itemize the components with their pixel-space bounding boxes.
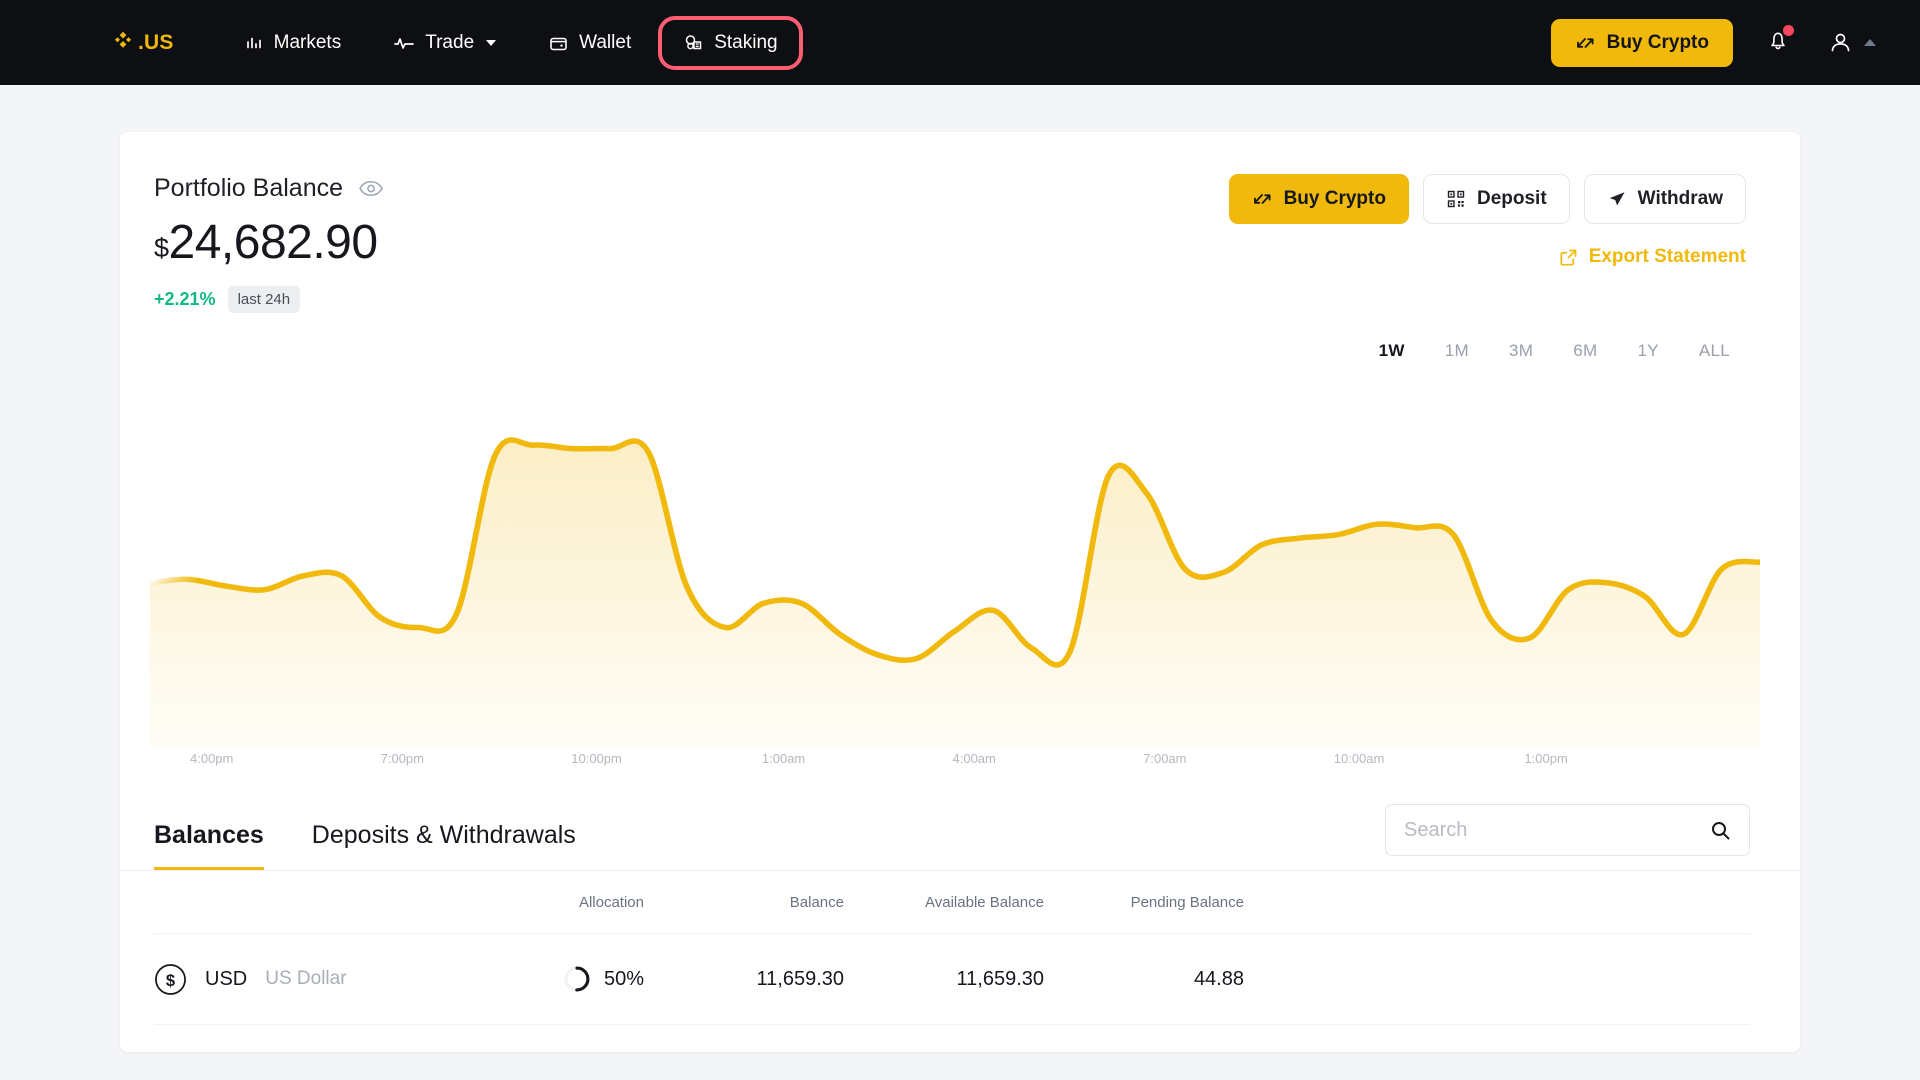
nav-item-label: Wallet (579, 31, 632, 53)
cell-pending-balance: 44.88 (1193, 967, 1244, 990)
x-tick: 10:00pm (571, 751, 622, 766)
buy-crypto-button[interactable]: Buy Crypto (1228, 174, 1409, 224)
svg-text:$: $ (166, 971, 175, 989)
user-avatar-icon (1831, 33, 1850, 52)
portfolio-actions: Buy Crypto Deposit Withdraw Export State… (1228, 174, 1746, 313)
range-1y[interactable]: 1Y (1617, 335, 1678, 367)
pulse-line-icon (394, 37, 415, 49)
notification-badge-dot (1783, 25, 1794, 36)
buy-crypto-button-label: Buy Crypto (1283, 188, 1386, 209)
send-paper-plane-icon (1609, 192, 1625, 206)
allocation-donut-icon (564, 966, 590, 992)
x-tick: 7:00am (1143, 751, 1187, 766)
asset-symbol: USD (205, 967, 248, 990)
balances-table: Allocation Balance Available Balance Pen… (120, 871, 1800, 1025)
export-statement-label: Export Statement (1588, 246, 1746, 267)
x-tick: 7:00pm (380, 751, 424, 766)
nav-item-staking[interactable]: Staking (658, 15, 803, 70)
nav-item-label: Markets (273, 31, 342, 53)
nav-item-label: Staking (714, 31, 778, 53)
deposit-button[interactable]: Deposit (1422, 174, 1570, 224)
portfolio-title-row: Portfolio Balance (154, 174, 1229, 203)
portfolio-card: Portfolio Balance $ 24,682.90 +2.21% las… (120, 132, 1800, 1052)
withdraw-button-label: Withdraw (1637, 188, 1723, 209)
cell-available-balance: 11,659.30 (956, 967, 1045, 990)
tab-balances[interactable]: Balances (154, 821, 264, 870)
th-balance: Balance (789, 893, 844, 911)
eye-toggle-icon[interactable] (358, 179, 384, 198)
brand-text: .US (138, 30, 174, 54)
withdraw-button[interactable]: Withdraw (1583, 174, 1746, 224)
range-1w[interactable]: 1W (1359, 335, 1425, 367)
chevron-up-icon (1864, 39, 1876, 46)
portfolio-amount: $ 24,682.90 (154, 215, 1229, 270)
nav-item-label: Trade (425, 31, 475, 53)
table-row[interactable]: $ USD US Dollar 50% 11,659.30 11,659.30 … (154, 933, 1750, 1025)
asset-cell: $ USD US Dollar (154, 963, 464, 996)
range-all[interactable]: ALL (1679, 335, 1750, 367)
wallet-icon (550, 37, 567, 50)
x-tick: 1:00pm (1524, 751, 1568, 766)
search-input[interactable] (1404, 818, 1702, 842)
portfolio-area-chart (150, 437, 1760, 749)
action-button-row: Buy Crypto Deposit Withdraw (1228, 174, 1746, 224)
nav-links: Markets Trade Wallet Staking (222, 15, 803, 70)
nav-right-group: Buy Crypto (1550, 18, 1880, 67)
buy-crypto-nav-button[interactable]: Buy Crypto (1550, 18, 1733, 67)
allocation-cell: 50% (464, 965, 644, 993)
change-percent: +2.21% (154, 289, 216, 309)
chevron-down-icon (486, 39, 497, 46)
range-6m[interactable]: 6M (1553, 335, 1617, 367)
tabs: Balances Deposits & Withdrawals (154, 821, 624, 870)
portfolio-summary: Portfolio Balance $ 24,682.90 +2.21% las… (154, 174, 1229, 313)
portfolio-chart[interactable]: 4:00pm 7:00pm 10:00pm 1:00am 4:00am 7:00… (120, 367, 1800, 766)
chart-x-axis: 4:00pm 7:00pm 10:00pm 1:00am 4:00am 7:00… (150, 751, 1760, 766)
time-range-selector: 1W 1M 3M 6M 1Y ALL (120, 313, 1800, 367)
swap-arrows-icon (1253, 194, 1271, 204)
range-3m[interactable]: 3M (1489, 335, 1553, 367)
staking-coins-icon (685, 34, 702, 49)
balances-tabs-bar: Balances Deposits & Withdrawals (120, 804, 1800, 871)
tab-deposits-withdrawals[interactable]: Deposits & Withdrawals (312, 821, 576, 870)
nav-item-wallet[interactable]: Wallet (526, 19, 653, 67)
x-tick: 10:00am (1333, 751, 1385, 766)
binance-diamond-icon (114, 31, 132, 48)
account-menu-button[interactable] (1823, 25, 1880, 60)
brand-logo[interactable]: .US (110, 30, 174, 56)
amount-value: 24,682.90 (168, 216, 379, 269)
currency-symbol: $ (154, 233, 169, 263)
notifications-button[interactable] (1761, 23, 1795, 62)
swap-arrows-icon (1576, 37, 1594, 48)
range-1m[interactable]: 1M (1425, 335, 1489, 367)
deposit-button-label: Deposit (1476, 188, 1547, 209)
top-navbar: .US Markets Trade Wallet Staking Buy Cry… (0, 0, 1920, 85)
portfolio-header: Portfolio Balance $ 24,682.90 +2.21% las… (120, 132, 1800, 313)
x-tick: 4:00am (952, 751, 996, 766)
th-pending-balance: Pending Balance (1130, 893, 1244, 911)
portfolio-change-row: +2.21% last 24h (154, 286, 1229, 313)
x-tick: 4:00pm (190, 751, 234, 766)
allocation-percent: 50% (603, 967, 644, 990)
buy-crypto-nav-label: Buy Crypto (1606, 31, 1709, 53)
qr-code-icon (1447, 190, 1465, 208)
usd-dollar-coin-icon: $ (155, 963, 186, 995)
page-body: Portfolio Balance $ 24,682.90 +2.21% las… (0, 85, 1920, 1052)
table-header-row: Allocation Balance Available Balance Pen… (154, 871, 1750, 933)
cell-balance: 11,659.30 (756, 967, 845, 990)
th-available-balance: Available Balance (925, 893, 1044, 911)
bar-chart-icon (246, 37, 261, 48)
export-statement-link[interactable]: Export Statement (1559, 246, 1746, 268)
x-tick: 1:00am (761, 751, 806, 766)
nav-item-trade[interactable]: Trade (371, 19, 518, 67)
search-icon[interactable] (1710, 820, 1731, 841)
page-title: Portfolio Balance (154, 174, 344, 202)
external-link-icon (1560, 249, 1577, 266)
th-allocation: Allocation (578, 893, 644, 911)
nav-item-markets[interactable]: Markets (222, 19, 364, 67)
change-period-badge: last 24h (227, 286, 301, 313)
asset-name: US Dollar (265, 968, 347, 989)
search-box[interactable] (1385, 804, 1750, 856)
